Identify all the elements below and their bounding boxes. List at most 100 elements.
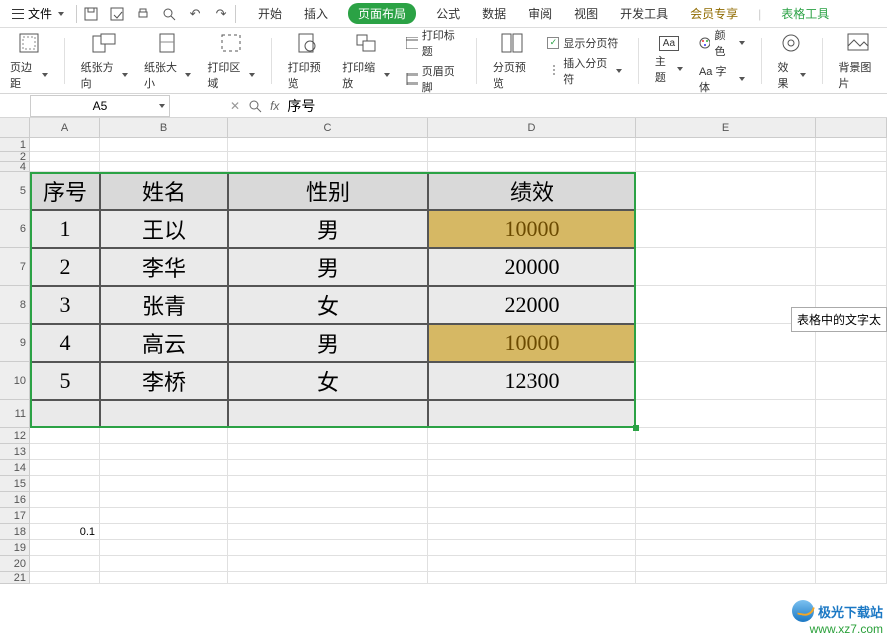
cell[interactable] bbox=[636, 492, 816, 508]
col-header-e[interactable]: E bbox=[636, 118, 816, 137]
cell[interactable]: 女 bbox=[228, 286, 428, 324]
cell[interactable] bbox=[30, 428, 100, 444]
margins-button[interactable]: 页边距 bbox=[10, 31, 48, 91]
cell[interactable] bbox=[636, 540, 816, 556]
cell[interactable] bbox=[228, 162, 428, 172]
cell[interactable]: 王以 bbox=[100, 210, 228, 248]
orientation-button[interactable]: 纸张方向 bbox=[81, 31, 128, 91]
cell[interactable] bbox=[816, 444, 887, 460]
cell[interactable] bbox=[30, 508, 100, 524]
row-header[interactable]: 10 bbox=[0, 362, 30, 400]
zoom-icon[interactable] bbox=[248, 99, 262, 113]
cell[interactable]: 高云 bbox=[100, 324, 228, 362]
cell[interactable]: 性别 bbox=[228, 172, 428, 210]
cell[interactable]: 10000 bbox=[428, 324, 636, 362]
tab-review[interactable]: 审阅 bbox=[526, 3, 554, 24]
cell[interactable] bbox=[636, 444, 816, 460]
cell[interactable] bbox=[816, 540, 887, 556]
insert-page-break-button[interactable]: 插入分页符 bbox=[547, 55, 622, 87]
cell[interactable] bbox=[30, 444, 100, 460]
cell[interactable] bbox=[816, 400, 887, 428]
cell[interactable] bbox=[636, 508, 816, 524]
col-header-d[interactable]: D bbox=[428, 118, 636, 137]
cell[interactable] bbox=[30, 162, 100, 172]
cell[interactable] bbox=[428, 428, 636, 444]
row-header[interactable]: 19 bbox=[0, 540, 30, 556]
print-scale-button[interactable]: 打印缩放 bbox=[342, 31, 389, 91]
cell[interactable] bbox=[30, 152, 100, 162]
tab-table-tools[interactable]: 表格工具 bbox=[779, 3, 831, 24]
cell[interactable] bbox=[100, 152, 228, 162]
cell[interactable] bbox=[100, 428, 228, 444]
row-header[interactable]: 18 bbox=[0, 524, 30, 540]
cell[interactable] bbox=[100, 524, 228, 540]
cell[interactable] bbox=[816, 138, 887, 152]
cell[interactable] bbox=[228, 476, 428, 492]
cell[interactable] bbox=[30, 572, 100, 584]
cell[interactable] bbox=[428, 162, 636, 172]
tab-member[interactable]: 会员专享 bbox=[688, 3, 740, 24]
cell[interactable] bbox=[228, 152, 428, 162]
col-header-b[interactable]: B bbox=[100, 118, 228, 137]
cell[interactable] bbox=[636, 572, 816, 584]
cell[interactable]: 0.1 bbox=[30, 524, 100, 540]
cell[interactable] bbox=[816, 172, 887, 210]
tab-developer[interactable]: 开发工具 bbox=[618, 3, 670, 24]
select-all-corner[interactable] bbox=[0, 118, 30, 137]
cell[interactable]: 1 bbox=[30, 210, 100, 248]
cell[interactable] bbox=[228, 138, 428, 152]
print-preview-icon[interactable] bbox=[161, 6, 177, 22]
print-preview-button[interactable]: 打印预览 bbox=[288, 31, 327, 91]
cell[interactable]: 4 bbox=[30, 324, 100, 362]
cell[interactable] bbox=[100, 476, 228, 492]
cell[interactable]: 李华 bbox=[100, 248, 228, 286]
cell[interactable] bbox=[228, 460, 428, 476]
cell[interactable] bbox=[30, 556, 100, 572]
cell[interactable] bbox=[636, 248, 816, 286]
print-icon[interactable] bbox=[135, 6, 151, 22]
cell[interactable]: 12300 bbox=[428, 362, 636, 400]
col-header-blank[interactable] bbox=[816, 118, 887, 137]
cell[interactable]: 李桥 bbox=[100, 362, 228, 400]
cell[interactable] bbox=[816, 508, 887, 524]
cell[interactable] bbox=[816, 162, 887, 172]
cell[interactable] bbox=[100, 492, 228, 508]
background-button[interactable]: 背景图片 bbox=[838, 31, 877, 91]
cell[interactable]: 22000 bbox=[428, 286, 636, 324]
cell[interactable]: 男 bbox=[228, 324, 428, 362]
cell[interactable] bbox=[636, 162, 816, 172]
cell[interactable] bbox=[816, 362, 887, 400]
cell[interactable]: 序号 bbox=[30, 172, 100, 210]
cancel-icon[interactable]: ✕ bbox=[230, 99, 240, 113]
cell[interactable] bbox=[636, 210, 816, 248]
row-header[interactable]: 12 bbox=[0, 428, 30, 444]
cell[interactable] bbox=[30, 476, 100, 492]
cell[interactable] bbox=[228, 492, 428, 508]
size-button[interactable]: 纸张大小 bbox=[144, 31, 191, 91]
tab-data[interactable]: 数据 bbox=[480, 3, 508, 24]
col-header-c[interactable]: C bbox=[228, 118, 428, 137]
formula-input[interactable] bbox=[287, 98, 587, 114]
cell[interactable]: 2 bbox=[30, 248, 100, 286]
cell[interactable] bbox=[428, 444, 636, 460]
cell[interactable] bbox=[428, 476, 636, 492]
cell[interactable] bbox=[636, 524, 816, 540]
cell[interactable] bbox=[228, 524, 428, 540]
undo-icon[interactable]: ↶ bbox=[187, 6, 203, 22]
cell[interactable] bbox=[636, 428, 816, 444]
cell[interactable] bbox=[100, 540, 228, 556]
cell[interactable] bbox=[428, 556, 636, 572]
cell[interactable] bbox=[100, 508, 228, 524]
cell[interactable] bbox=[30, 460, 100, 476]
cell[interactable]: 10000 bbox=[428, 210, 636, 248]
cell[interactable] bbox=[228, 428, 428, 444]
cell[interactable] bbox=[228, 400, 428, 428]
cell[interactable] bbox=[816, 428, 887, 444]
tab-insert[interactable]: 插入 bbox=[302, 3, 330, 24]
cell[interactable] bbox=[100, 460, 228, 476]
font-button[interactable]: Aa 字体 bbox=[699, 63, 745, 95]
cell[interactable] bbox=[816, 248, 887, 286]
cell[interactable] bbox=[816, 572, 887, 584]
cell[interactable] bbox=[428, 540, 636, 556]
cell[interactable] bbox=[816, 152, 887, 162]
